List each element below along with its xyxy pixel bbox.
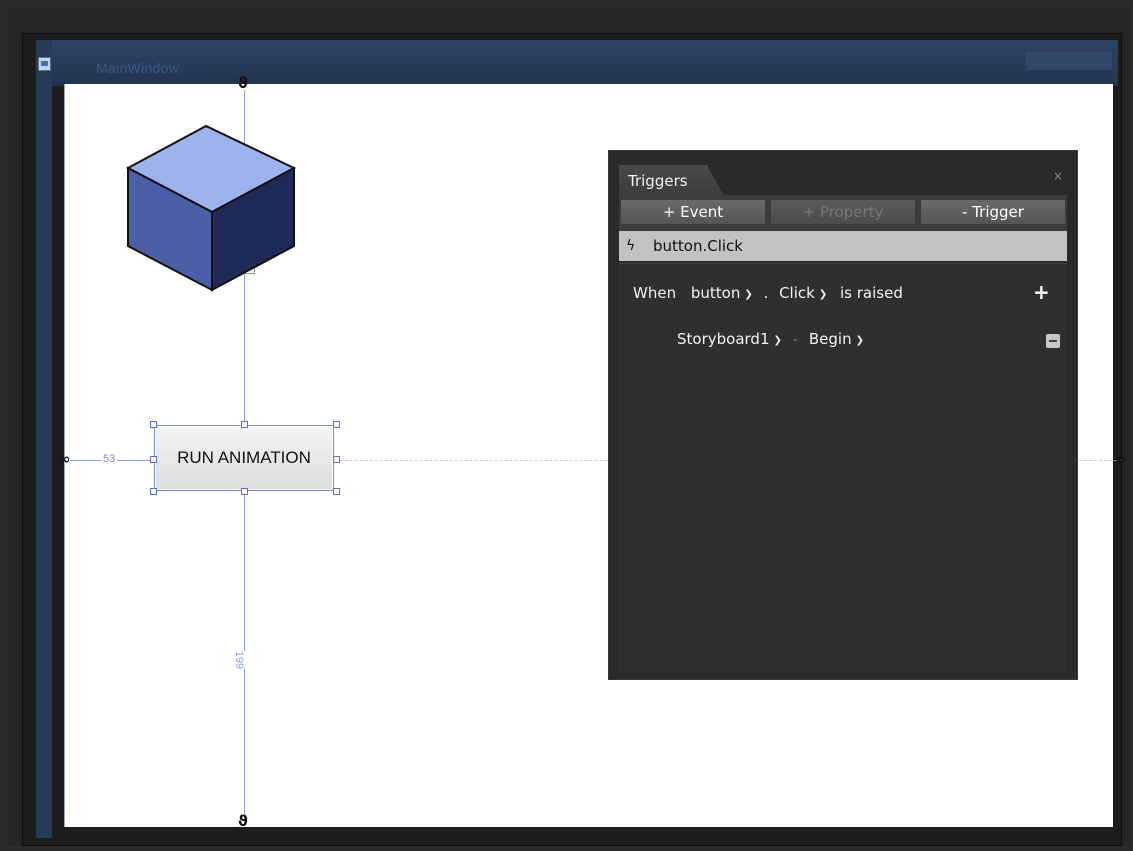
event-dropdown[interactable]: Click ❯	[779, 284, 827, 302]
resize-handle-top[interactable]	[241, 421, 248, 428]
add-action-plus-icon[interactable]: +	[1033, 280, 1050, 304]
resize-handle-left[interactable]	[150, 456, 157, 463]
cube-3d-shape[interactable]	[126, 124, 298, 294]
triggers-tab[interactable]: Triggers	[619, 165, 724, 195]
left-pin-icon[interactable]: ∞	[58, 452, 71, 467]
chevron-down-icon: ❯	[773, 335, 782, 346]
window-app-icon	[38, 57, 51, 71]
window-titlebar[interactable]	[52, 40, 1118, 86]
resize-handle-bottom-right[interactable]	[333, 488, 340, 495]
triggers-toolbar: + Event + Property - Trigger	[619, 195, 1067, 231]
window-title: MainWindow	[96, 60, 180, 76]
close-icon[interactable]: ×	[1053, 169, 1063, 183]
left-margin-label: 53	[101, 453, 118, 465]
command-dropdown[interactable]: Begin ❯	[809, 330, 864, 348]
window-bottom-border	[52, 827, 1118, 838]
bottom-pin-icon[interactable]: ϑ	[238, 814, 248, 829]
right-pin-icon[interactable]: ∞	[1114, 452, 1127, 467]
resize-handle-top-right[interactable]	[333, 421, 340, 428]
triggers-panel: Triggers × + Event + Property - Trigger …	[608, 150, 1078, 680]
trigger-condition-row: When button ❯ . Click ❯ is raised	[633, 284, 903, 302]
add-event-trigger-button[interactable]: + Event	[621, 200, 765, 224]
dot-separator: .	[763, 284, 769, 302]
chevron-down-icon: ❯	[855, 335, 864, 346]
resize-handle-top-left[interactable]	[150, 421, 157, 428]
window-controls[interactable]	[1026, 52, 1112, 70]
run-animation-button[interactable]: RUN ANIMATION	[154, 425, 334, 491]
source-dropdown[interactable]: button ❯	[691, 284, 753, 302]
trigger-name: button.Click	[653, 237, 743, 255]
storyboard-dropdown[interactable]: Storyboard1 ❯	[677, 330, 782, 348]
resize-handle-right[interactable]	[333, 456, 340, 463]
is-raised-label: is raised	[840, 284, 903, 302]
window-left-border	[36, 40, 52, 838]
remove-action-minus-icon[interactable]	[1046, 334, 1060, 348]
chevron-down-icon: ❯	[744, 289, 753, 300]
chevron-down-icon: ❯	[818, 289, 828, 300]
trigger-details: When button ❯ . Click ❯ is raised + Storyb…	[619, 263, 1067, 672]
bottom-margin-label: 199	[233, 650, 246, 670]
action-separator: -	[792, 330, 799, 348]
trigger-action-row: Storyboard1 ❯ - Begin ❯	[677, 330, 864, 348]
remove-trigger-button[interactable]: - Trigger	[921, 200, 1065, 224]
trigger-list-item[interactable]: ϟ button.Click	[619, 231, 1067, 261]
top-pin-icon[interactable]: ϑ	[238, 76, 248, 91]
lightning-icon: ϟ	[626, 238, 636, 254]
resize-handle-bottom[interactable]	[241, 488, 248, 495]
resize-handle-bottom-left[interactable]	[150, 488, 157, 495]
when-label: When	[633, 284, 677, 302]
add-property-trigger-button[interactable]: + Property	[771, 200, 915, 224]
